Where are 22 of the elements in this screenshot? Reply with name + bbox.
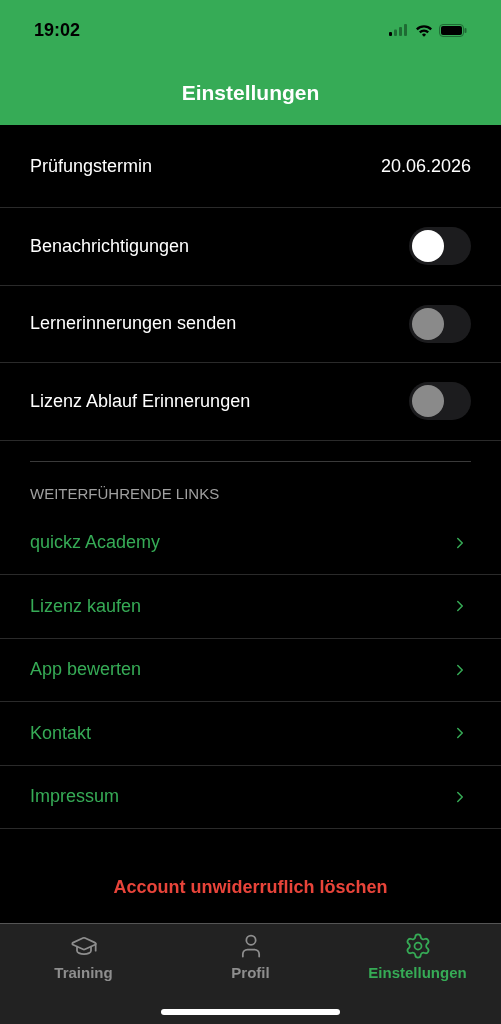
tab[interactable]: Einstellungen [334, 932, 501, 985]
status-time: 19:02 [34, 18, 81, 42]
exam-date-row[interactable]: Prüfungstermin 20.06.2026 [0, 125, 501, 208]
exam-date-label: Prüfungstermin [30, 154, 153, 178]
link-row[interactable]: Kontakt [0, 702, 501, 766]
link-row[interactable]: quickz Academy [0, 511, 501, 575]
link-row[interactable]: App bewerten [0, 638, 501, 702]
exam-date-value: 20.06.2026 [380, 154, 471, 178]
section-heading: WEITERFÜHRENDE LINKS [30, 484, 220, 502]
toggle-label: Benachrichtigungen [30, 234, 190, 258]
screen-title: Einstellungen [181, 79, 320, 106]
battery-icon [439, 23, 467, 37]
link-row[interactable]: Lizenz kaufen [0, 575, 501, 639]
toggle-switch[interactable] [409, 227, 471, 266]
wifi-icon [415, 23, 433, 37]
signal-icon [389, 24, 409, 36]
link-row[interactable]: Impressum [0, 765, 501, 829]
tab[interactable]: Training [0, 932, 167, 985]
toggle-label: Lizenz Ablauf Erinnerungen [30, 389, 251, 413]
delete-account-button[interactable]: Account unwiderruflich löschen [113, 874, 388, 901]
toggle-label: Lernerinnerungen senden [30, 312, 237, 336]
tab[interactable]: Profil [167, 932, 334, 985]
